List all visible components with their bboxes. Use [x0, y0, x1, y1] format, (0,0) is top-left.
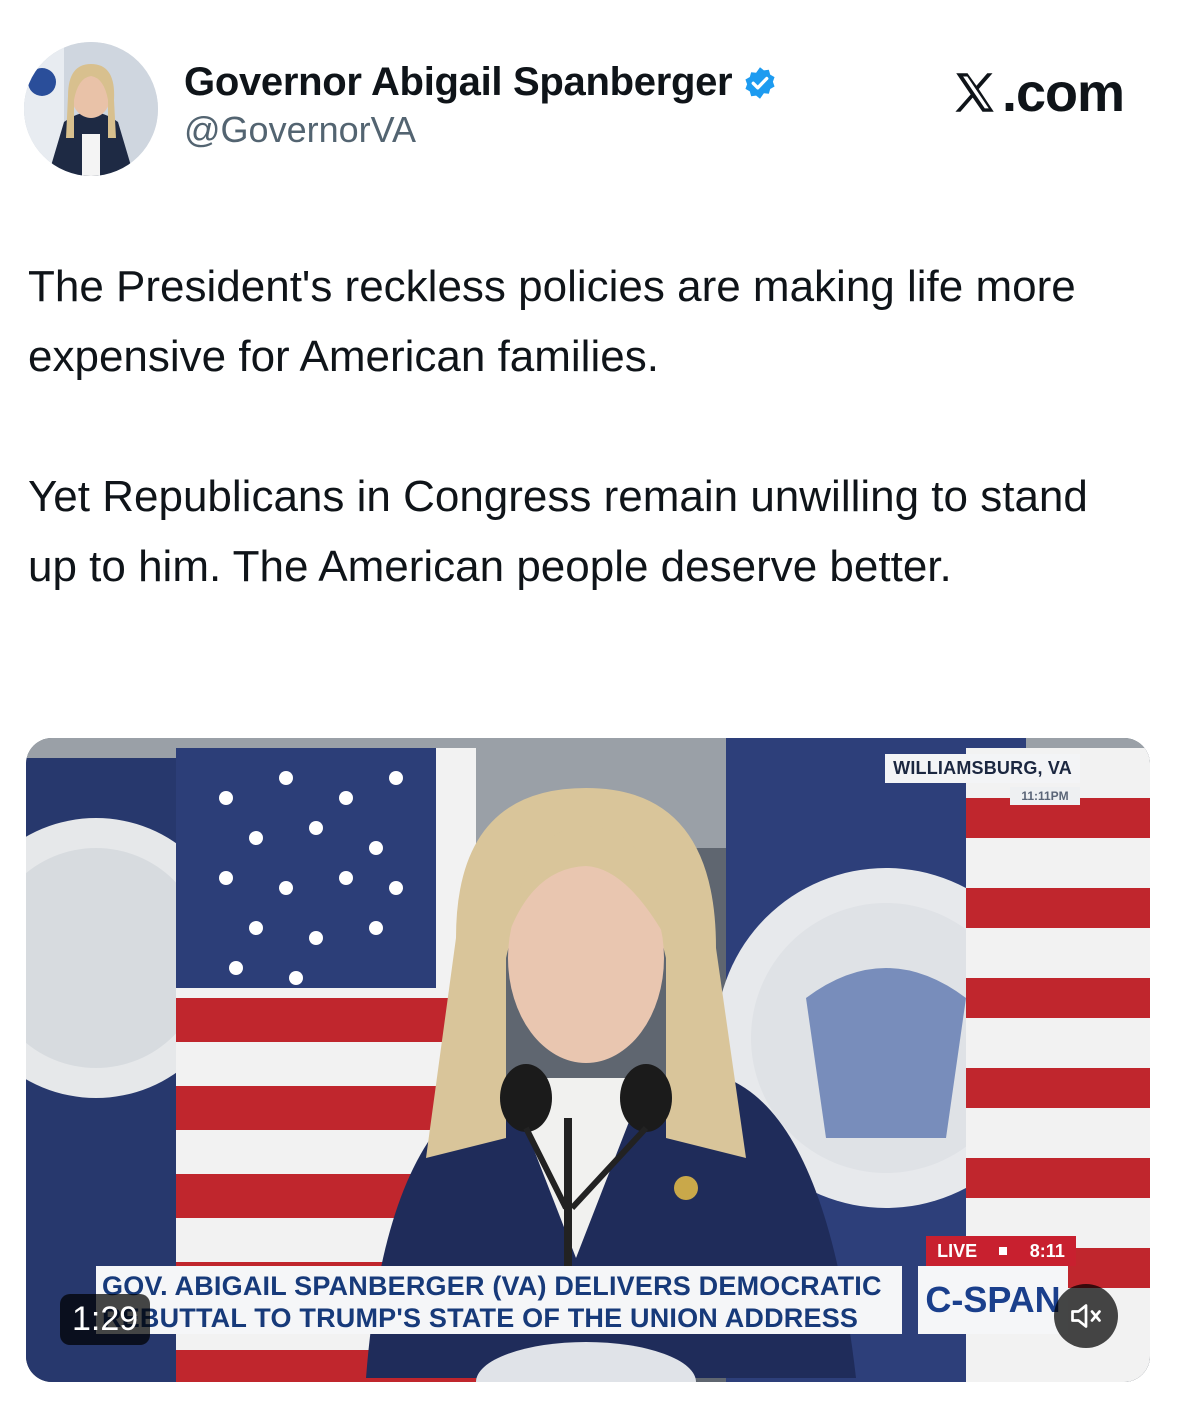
live-label: LIVE	[937, 1240, 978, 1261]
mute-button[interactable]	[1054, 1284, 1118, 1348]
location-label: WILLIAMSBURG, VA	[885, 754, 1080, 783]
live-badge: LIVE 8:11	[926, 1236, 1076, 1266]
post-text: The President's reckless policies are ma…	[28, 252, 1148, 602]
location-time: 11:11PM	[1010, 787, 1080, 805]
x-logo-icon	[955, 73, 994, 112]
post-paragraph: Yet Republicans in Congress remain unwil…	[28, 472, 1088, 591]
author-name-row: Governor Abigail Spanberger	[184, 60, 778, 105]
network-logo: C-SPAN	[918, 1266, 1068, 1334]
avatar-image	[24, 42, 158, 176]
site-logo: .com	[950, 62, 1125, 124]
verified-badge-icon	[745, 66, 775, 99]
chyron-banner: GOV. ABIGAIL SPANBERGER (VA) DELIVERS DE…	[96, 1266, 902, 1334]
live-time: 8:11	[1029, 1240, 1065, 1261]
location-bug: WILLIAMSBURG, VA 11:11PM	[885, 754, 1080, 805]
video-player[interactable]: WILLIAMSBURG, VA 11:11PM LIVE 8:11 GOV. …	[26, 738, 1150, 1382]
chyron-line: REBUTTAL TO TRUMP'S STATE OF THE UNION A…	[102, 1303, 859, 1333]
post-header: Governor Abigail Spanberger @GovernorVA …	[24, 42, 1154, 182]
post-paragraph: The President's reckless policies are ma…	[28, 262, 1076, 381]
site-domain: .com	[1001, 63, 1125, 123]
video-duration: 1:29	[60, 1294, 151, 1345]
author-block: Governor Abigail Spanberger @GovernorVA	[184, 60, 778, 151]
speaker-muted-icon	[1071, 1304, 1101, 1328]
live-dot-icon	[999, 1247, 1008, 1255]
chyron-line: GOV. ABIGAIL SPANBERGER (VA) DELIVERS DE…	[102, 1271, 882, 1301]
author-handle[interactable]: @GovernorVA	[184, 109, 778, 151]
profile-avatar[interactable]	[24, 42, 158, 176]
author-name[interactable]: Governor Abigail Spanberger	[184, 60, 733, 105]
